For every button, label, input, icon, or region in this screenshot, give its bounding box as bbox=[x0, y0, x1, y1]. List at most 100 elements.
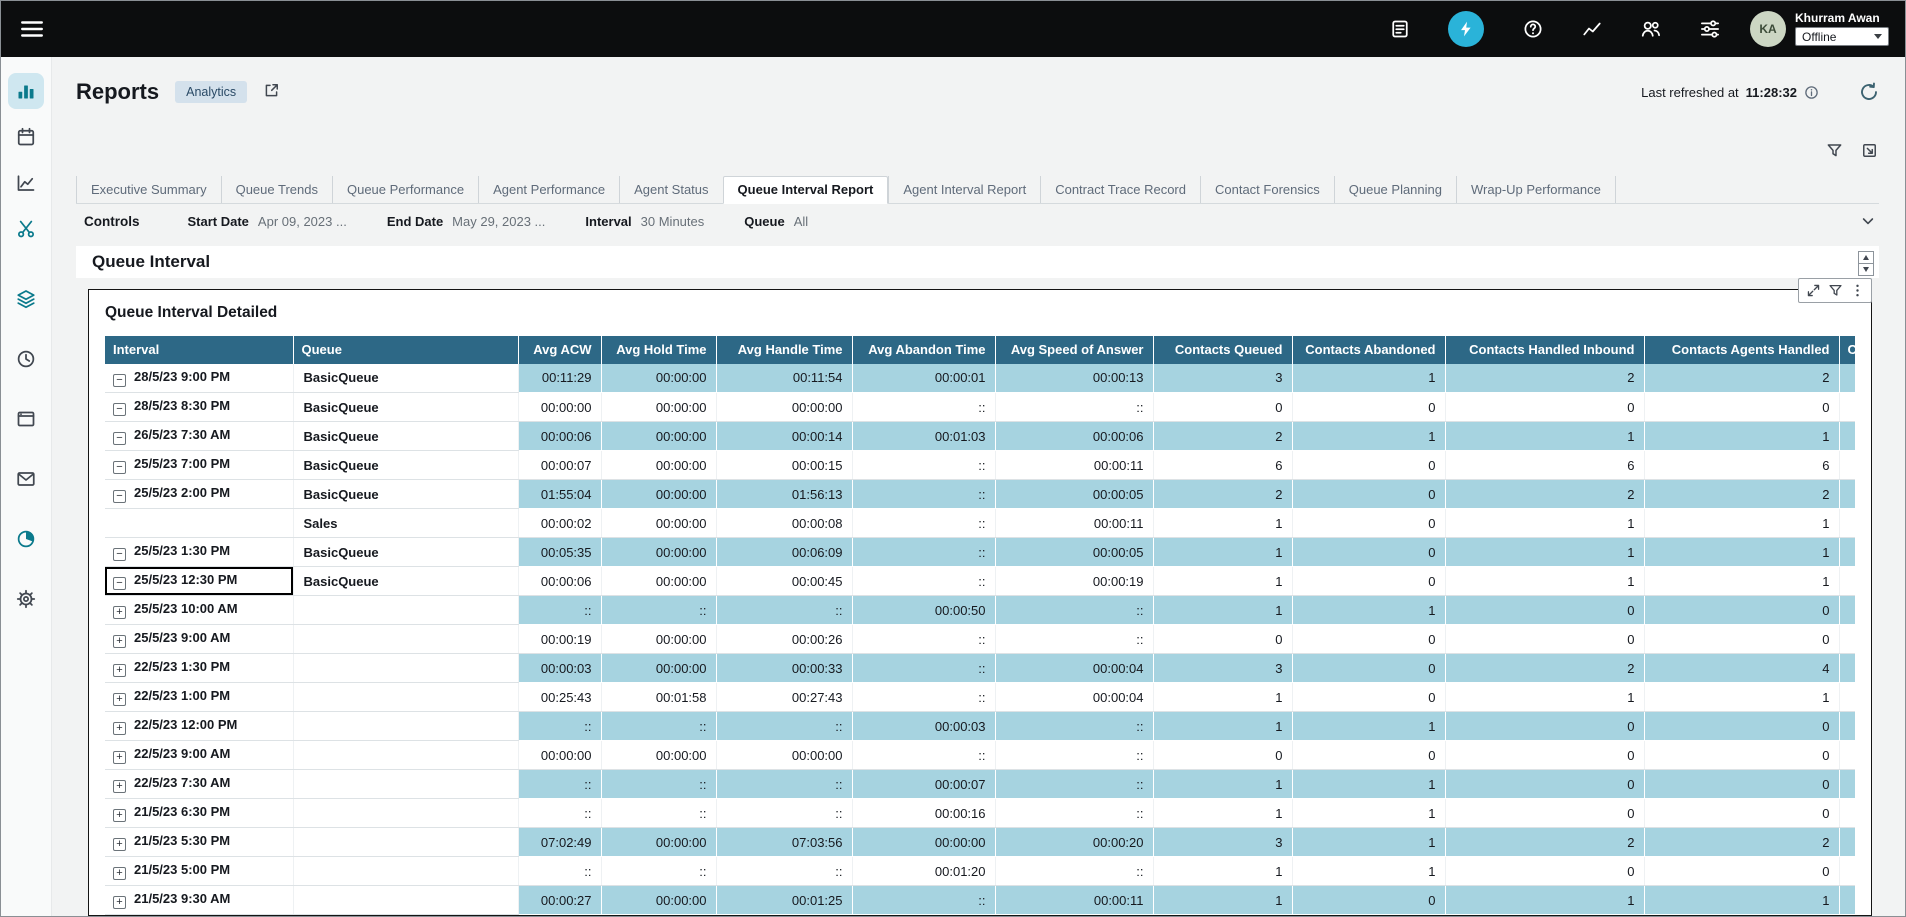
metric-cell[interactable]: 6 bbox=[1445, 451, 1644, 480]
metric-cell[interactable] bbox=[1839, 364, 1855, 393]
filter-button[interactable] bbox=[1825, 142, 1844, 161]
col-contacts-queued[interactable]: Contacts Queued bbox=[1153, 336, 1292, 364]
metric-cell[interactable]: 1 bbox=[1644, 509, 1839, 538]
metric-cell[interactable]: :: bbox=[716, 770, 852, 799]
sliders-button[interactable] bbox=[1699, 19, 1720, 40]
col-avg-hold-time[interactable]: Avg Hold Time bbox=[601, 336, 716, 364]
col-avg-handle-time[interactable]: Avg Handle Time bbox=[716, 336, 852, 364]
notes-button[interactable] bbox=[1389, 19, 1410, 40]
expand-toggle-icon[interactable]: + bbox=[113, 809, 126, 822]
metric-cell[interactable]: 0 bbox=[1644, 712, 1839, 741]
metric-cell[interactable]: 00:01:03 bbox=[852, 422, 995, 451]
metric-cell[interactable]: 0 bbox=[1292, 654, 1445, 683]
metric-cell[interactable]: 1 bbox=[1153, 509, 1292, 538]
queue-cell[interactable] bbox=[293, 596, 518, 625]
metric-cell[interactable]: 2 bbox=[1153, 480, 1292, 509]
metric-cell[interactable] bbox=[1839, 828, 1855, 857]
metric-cell[interactable]: 2 bbox=[1445, 364, 1644, 393]
metric-cell[interactable]: 0 bbox=[1644, 393, 1839, 422]
metric-cell[interactable]: 0 bbox=[1445, 596, 1644, 625]
metric-cell[interactable]: 1 bbox=[1644, 538, 1839, 567]
tab-executive-summary[interactable]: Executive Summary bbox=[76, 176, 221, 204]
metric-cell[interactable]: 3 bbox=[1153, 364, 1292, 393]
collapse-toggle-icon[interactable]: − bbox=[113, 577, 126, 590]
control-interval[interactable]: Interval30 Minutes bbox=[585, 214, 704, 229]
expand-toggle-icon[interactable]: + bbox=[113, 838, 126, 851]
metric-cell[interactable]: 00:00:13 bbox=[995, 364, 1153, 393]
metric-cell[interactable]: 00:00:00 bbox=[601, 364, 716, 393]
metric-cell[interactable]: 1 bbox=[1153, 596, 1292, 625]
metric-cell[interactable]: 2 bbox=[1153, 422, 1292, 451]
metric-cell[interactable]: :: bbox=[852, 683, 995, 712]
metric-cell[interactable]: 0 bbox=[1644, 596, 1839, 625]
sidebar-item-mail[interactable] bbox=[8, 461, 44, 497]
metric-cell[interactable]: 00:00:00 bbox=[716, 393, 852, 422]
interval-cell[interactable]: −25/5/23 1:30 PM bbox=[105, 538, 293, 567]
metric-cell[interactable]: 01:55:04 bbox=[518, 480, 601, 509]
visual-filter-button[interactable] bbox=[1824, 280, 1846, 301]
metric-cell[interactable]: 00:00:06 bbox=[518, 567, 601, 596]
tab-wrap-up-performance[interactable]: Wrap-Up Performance bbox=[1456, 176, 1616, 204]
col-avg-abandon-time[interactable]: Avg Abandon Time bbox=[852, 336, 995, 364]
queue-cell[interactable] bbox=[293, 712, 518, 741]
metric-cell[interactable]: 0 bbox=[1292, 886, 1445, 915]
queue-cell[interactable] bbox=[293, 770, 518, 799]
metric-cell[interactable]: :: bbox=[852, 393, 995, 422]
collapse-controls-button[interactable] bbox=[1859, 213, 1877, 231]
metric-cell[interactable]: 1 bbox=[1644, 422, 1839, 451]
sidebar-item-insights[interactable] bbox=[8, 521, 44, 557]
metric-cell[interactable]: :: bbox=[995, 393, 1153, 422]
metric-cell[interactable]: :: bbox=[518, 712, 601, 741]
expand-toggle-icon[interactable]: + bbox=[113, 751, 126, 764]
metric-cell[interactable]: 3 bbox=[1153, 654, 1292, 683]
metric-cell[interactable]: 2 bbox=[1445, 828, 1644, 857]
metric-cell[interactable]: 00:01:25 bbox=[716, 886, 852, 915]
metric-cell[interactable]: 00:00:06 bbox=[518, 422, 601, 451]
metric-cell[interactable] bbox=[1839, 625, 1855, 654]
metric-cell[interactable]: 00:00:00 bbox=[601, 480, 716, 509]
col-avg-speed-of-answer[interactable]: Avg Speed of Answer bbox=[995, 336, 1153, 364]
metric-cell[interactable]: :: bbox=[995, 799, 1153, 828]
interval-cell[interactable]: +21/5/23 5:30 PM bbox=[105, 828, 293, 857]
collapse-toggle-icon[interactable]: − bbox=[113, 548, 126, 561]
metric-cell[interactable]: :: bbox=[852, 567, 995, 596]
metric-cell[interactable]: 0 bbox=[1644, 857, 1839, 886]
metric-cell[interactable]: 0 bbox=[1445, 712, 1644, 741]
metric-cell[interactable]: :: bbox=[995, 596, 1153, 625]
metric-cell[interactable]: 00:00:00 bbox=[518, 741, 601, 770]
metric-cell[interactable]: 1 bbox=[1292, 596, 1445, 625]
metric-cell[interactable]: 00:00:00 bbox=[601, 422, 716, 451]
metric-cell[interactable]: 0 bbox=[1644, 625, 1839, 654]
metric-cell[interactable]: 2 bbox=[1445, 654, 1644, 683]
interval-cell[interactable]: +21/5/23 9:30 AM bbox=[105, 886, 293, 915]
metric-cell[interactable]: 1 bbox=[1153, 683, 1292, 712]
users-button[interactable] bbox=[1640, 19, 1661, 40]
metric-cell[interactable]: :: bbox=[518, 596, 601, 625]
metric-cell[interactable]: 00:00:00 bbox=[601, 393, 716, 422]
metric-cell[interactable]: 07:03:56 bbox=[716, 828, 852, 857]
metric-cell[interactable]: 1 bbox=[1153, 538, 1292, 567]
metric-cell[interactable]: 00:05:35 bbox=[518, 538, 601, 567]
metric-cell[interactable]: 1 bbox=[1153, 886, 1292, 915]
metric-cell[interactable]: :: bbox=[852, 886, 995, 915]
metric-cell[interactable]: 00:00:02 bbox=[518, 509, 601, 538]
sidebar-item-tools[interactable] bbox=[8, 211, 44, 247]
metric-cell[interactable]: 0 bbox=[1644, 770, 1839, 799]
metric-cell[interactable]: 0 bbox=[1445, 770, 1644, 799]
sidebar-item-layers[interactable] bbox=[8, 281, 44, 317]
metric-cell[interactable] bbox=[1839, 480, 1855, 509]
metric-cell[interactable]: 00:00:04 bbox=[995, 683, 1153, 712]
tab-contact-forensics[interactable]: Contact Forensics bbox=[1200, 176, 1334, 204]
metric-cell[interactable]: 00:00:00 bbox=[601, 538, 716, 567]
metric-cell[interactable]: 4 bbox=[1644, 654, 1839, 683]
metric-cell[interactable]: 00:00:19 bbox=[995, 567, 1153, 596]
expand-toggle-icon[interactable]: + bbox=[113, 780, 126, 793]
collapse-toggle-icon[interactable]: − bbox=[113, 432, 126, 445]
metric-cell[interactable]: :: bbox=[716, 596, 852, 625]
metric-cell[interactable]: 00:00:20 bbox=[995, 828, 1153, 857]
metric-cell[interactable]: 1 bbox=[1445, 567, 1644, 596]
metric-cell[interactable]: 00:00:06 bbox=[995, 422, 1153, 451]
col-co[interactable]: Co bbox=[1839, 336, 1855, 364]
interval-cell[interactable]: +22/5/23 12:00 PM bbox=[105, 712, 293, 741]
metric-cell[interactable]: 1 bbox=[1445, 538, 1644, 567]
